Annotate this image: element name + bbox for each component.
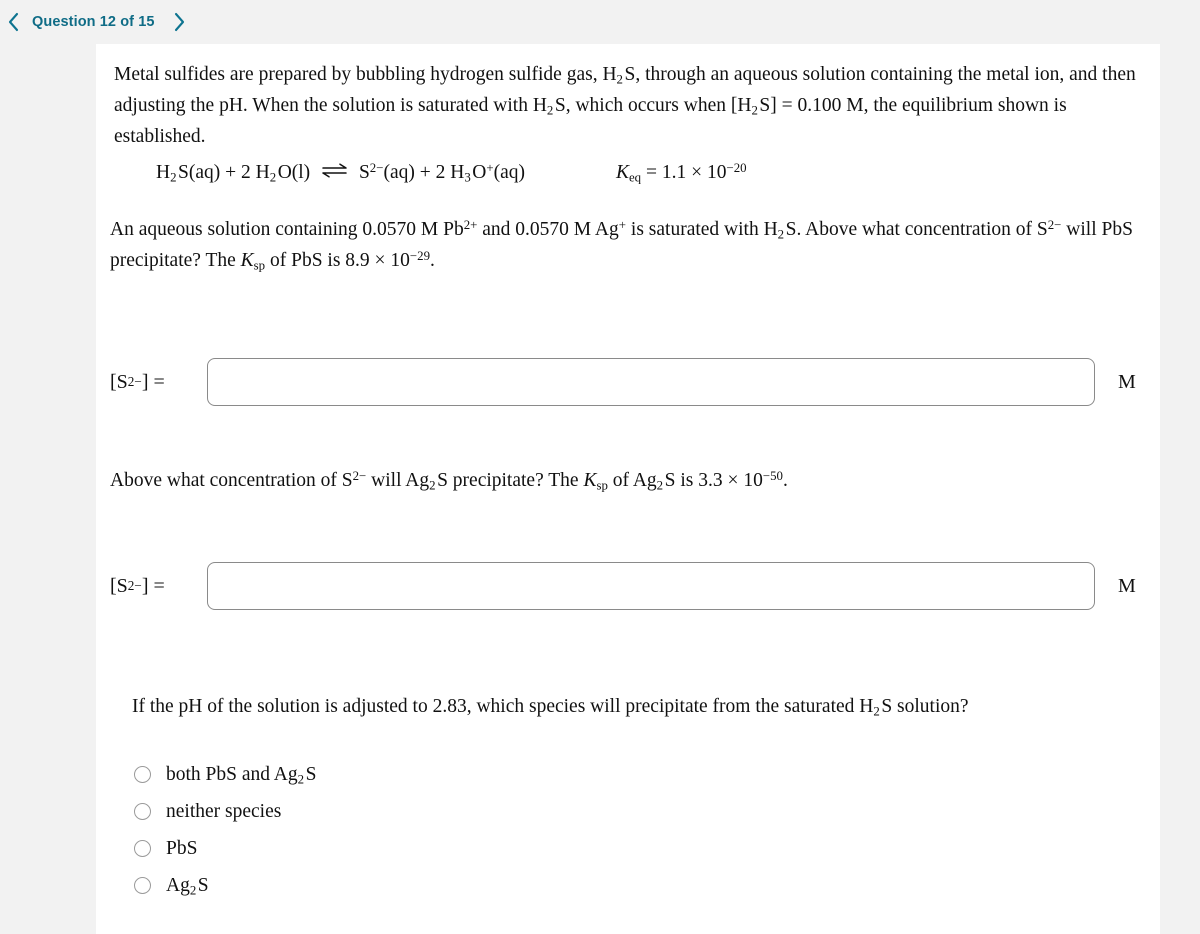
para2-seg-6: of PbS is 8.9 × 10 [265,250,410,271]
choice-label-pbs: PbS [166,838,197,860]
question-card: Metal sulfides are prepared by bubbling … [96,44,1160,934]
answer-row-ag2s: [S 2−] = M [110,562,1150,610]
answer-label-2: [S 2−] = [110,574,165,597]
choice-neither-species[interactable]: neither species [134,793,734,830]
para2-seg-3: is saturated with H [626,219,778,240]
part2-ksp-subscript: sp [596,478,608,493]
keq-subscript: eq [628,170,642,185]
equation-product-2: H [450,162,465,183]
choice-both-pbs-and-ag2s[interactable]: both PbS and Ag2S [134,756,734,793]
keq-equals: = [645,162,657,183]
keq-mantissa: 1.1 × 10 [661,162,727,183]
part2-ksp-symbol: K [583,470,597,491]
answer-label-1: [S 2−] = [110,370,165,393]
answer-1-bracket-open: [S [110,370,128,393]
equation-product-2-sub: 3 [464,170,471,185]
equation-plus-2: + [419,162,431,183]
para2-sup-2: + [618,217,627,232]
part3-seg-1: If the pH of the solution is adjusted to… [132,696,874,717]
equation-reactant-2-coeff: 2 [241,162,251,183]
para2-sup-1: 2+ [463,217,478,232]
para2-seg-4: S. Above what concentration of S [785,219,1048,240]
equation-plus-1: + [225,162,237,183]
choice-label-ag2s: Ag2S [166,875,209,897]
radio-button-icon[interactable] [134,803,151,820]
choice-3-seg-2: S [197,874,209,896]
part2-sup-2: −50 [762,468,783,483]
equation-product-2-coeff: 2 [435,162,446,183]
answer-1-bracket-close: ] [141,370,149,393]
sulfide-concentration-input-ag2s[interactable] [207,562,1095,610]
keq-symbol: K [615,162,629,183]
equilibrium-arrow-icon [315,159,354,187]
part2-seg-1: Above what concentration of S [110,470,353,491]
answer-2-unit: M [1118,574,1136,597]
question-navigation-bar: Question 12 of 15 [0,0,1200,44]
part2-seg-6: . [782,470,788,491]
radio-button-icon[interactable] [134,766,151,783]
answer-2-bracket-close: ] [141,574,149,597]
equation-reactant-1: H [156,162,171,183]
para2-sup-4: −29 [409,248,431,263]
part2-seg-5: S is 3.3 × 10 [664,470,763,491]
part2-sup-1: 2− [352,468,367,483]
para2-seg-1: An aqueous solution containing 0.0570 M … [110,219,464,240]
question-part-3-prompt: If the pH of the solution is adjusted to… [132,692,1142,722]
choice-0-seg-2: S [305,763,317,785]
equation-product-1-state: (aq) [383,162,415,183]
answer-1-equals: = [153,370,165,393]
part2-seg-2: will Ag [366,470,430,491]
radio-button-icon[interactable] [134,877,151,894]
answer-row-pbs: [S 2−] = M [110,358,1150,406]
answer-2-bracket-open: [S [110,574,128,597]
equilibrium-equation-line: H2S(aq) + 2 H2O(l) S2−(aq) + 2 H3O+(aq) … [114,159,1144,187]
keq-value: Keq = 1.1 × 10−20 [616,159,747,187]
question-counter-label: Question 12 of 15 [32,14,155,30]
equation-reactant-1-state: S(aq) [178,162,221,183]
part3-sub-1: 2 [873,704,880,719]
para2-ksp-subscript: sp [253,258,266,273]
para2-seg-2: and 0.0570 M Ag [477,219,619,240]
para2-ksp-symbol: K [240,250,254,271]
answer-choice-list: both PbS and Ag2S neither species PbS Ag… [134,756,734,904]
radio-button-icon[interactable] [134,840,151,857]
choice-1-seg-1: neither species [166,800,282,822]
choice-label-both: both PbS and Ag2S [166,764,316,786]
para2-seg-7: . [430,250,435,271]
keq-exponent: −20 [726,160,747,175]
equation-product-1: S [358,162,370,183]
choice-0-seg-1: both PbS and Ag [166,763,298,785]
equation-reactant-2: H [255,162,270,183]
part2-sub-1: 2 [429,478,436,493]
sulfide-concentration-input-pbs[interactable] [207,358,1095,406]
chemical-equation: H2S(aq) + 2 H2O(l) S2−(aq) + 2 H3O+(aq) [156,159,525,187]
answer-1-unit: M [1118,370,1136,393]
part3-seg-2: S solution? [881,696,969,717]
choice-ag2s[interactable]: Ag2S [134,867,734,904]
equation-product-2-state: (aq) [493,162,526,183]
choice-3-seg-1: Ag [166,874,190,896]
equation-product-2-sup: + [486,160,494,175]
equation-product-2-mid: O [472,162,487,183]
choice-label-neither: neither species [166,801,281,823]
chevron-right-icon[interactable] [167,9,193,35]
part2-seg-3: S precipitate? The [437,470,584,491]
intro-sub-3: 2 [751,103,758,118]
para2-sup-3: 2− [1047,217,1062,232]
question-part-2-prompt: Above what concentration of S2− will Ag2… [110,466,1146,496]
question-paragraph-2: An aqueous solution containing 0.0570 M … [110,214,1146,276]
question-intro-text: Metal sulfides are prepared by bubbling … [114,59,1138,152]
part2-seg-4: of Ag [607,470,657,491]
equation-reactant-2-state: O(l) [277,162,311,183]
chevron-left-icon[interactable] [0,9,26,35]
answer-2-equals: = [153,574,165,597]
equation-reactant-1-sub: 2 [170,170,177,185]
choice-pbs[interactable]: PbS [134,830,734,867]
intro-seg-1: Metal sulfides are prepared by bubbling … [114,64,617,85]
choice-2-seg-1: PbS [166,837,198,859]
intro-seg-3: S, which occurs when [H [554,95,752,116]
equation-product-1-sup: 2− [369,160,384,175]
